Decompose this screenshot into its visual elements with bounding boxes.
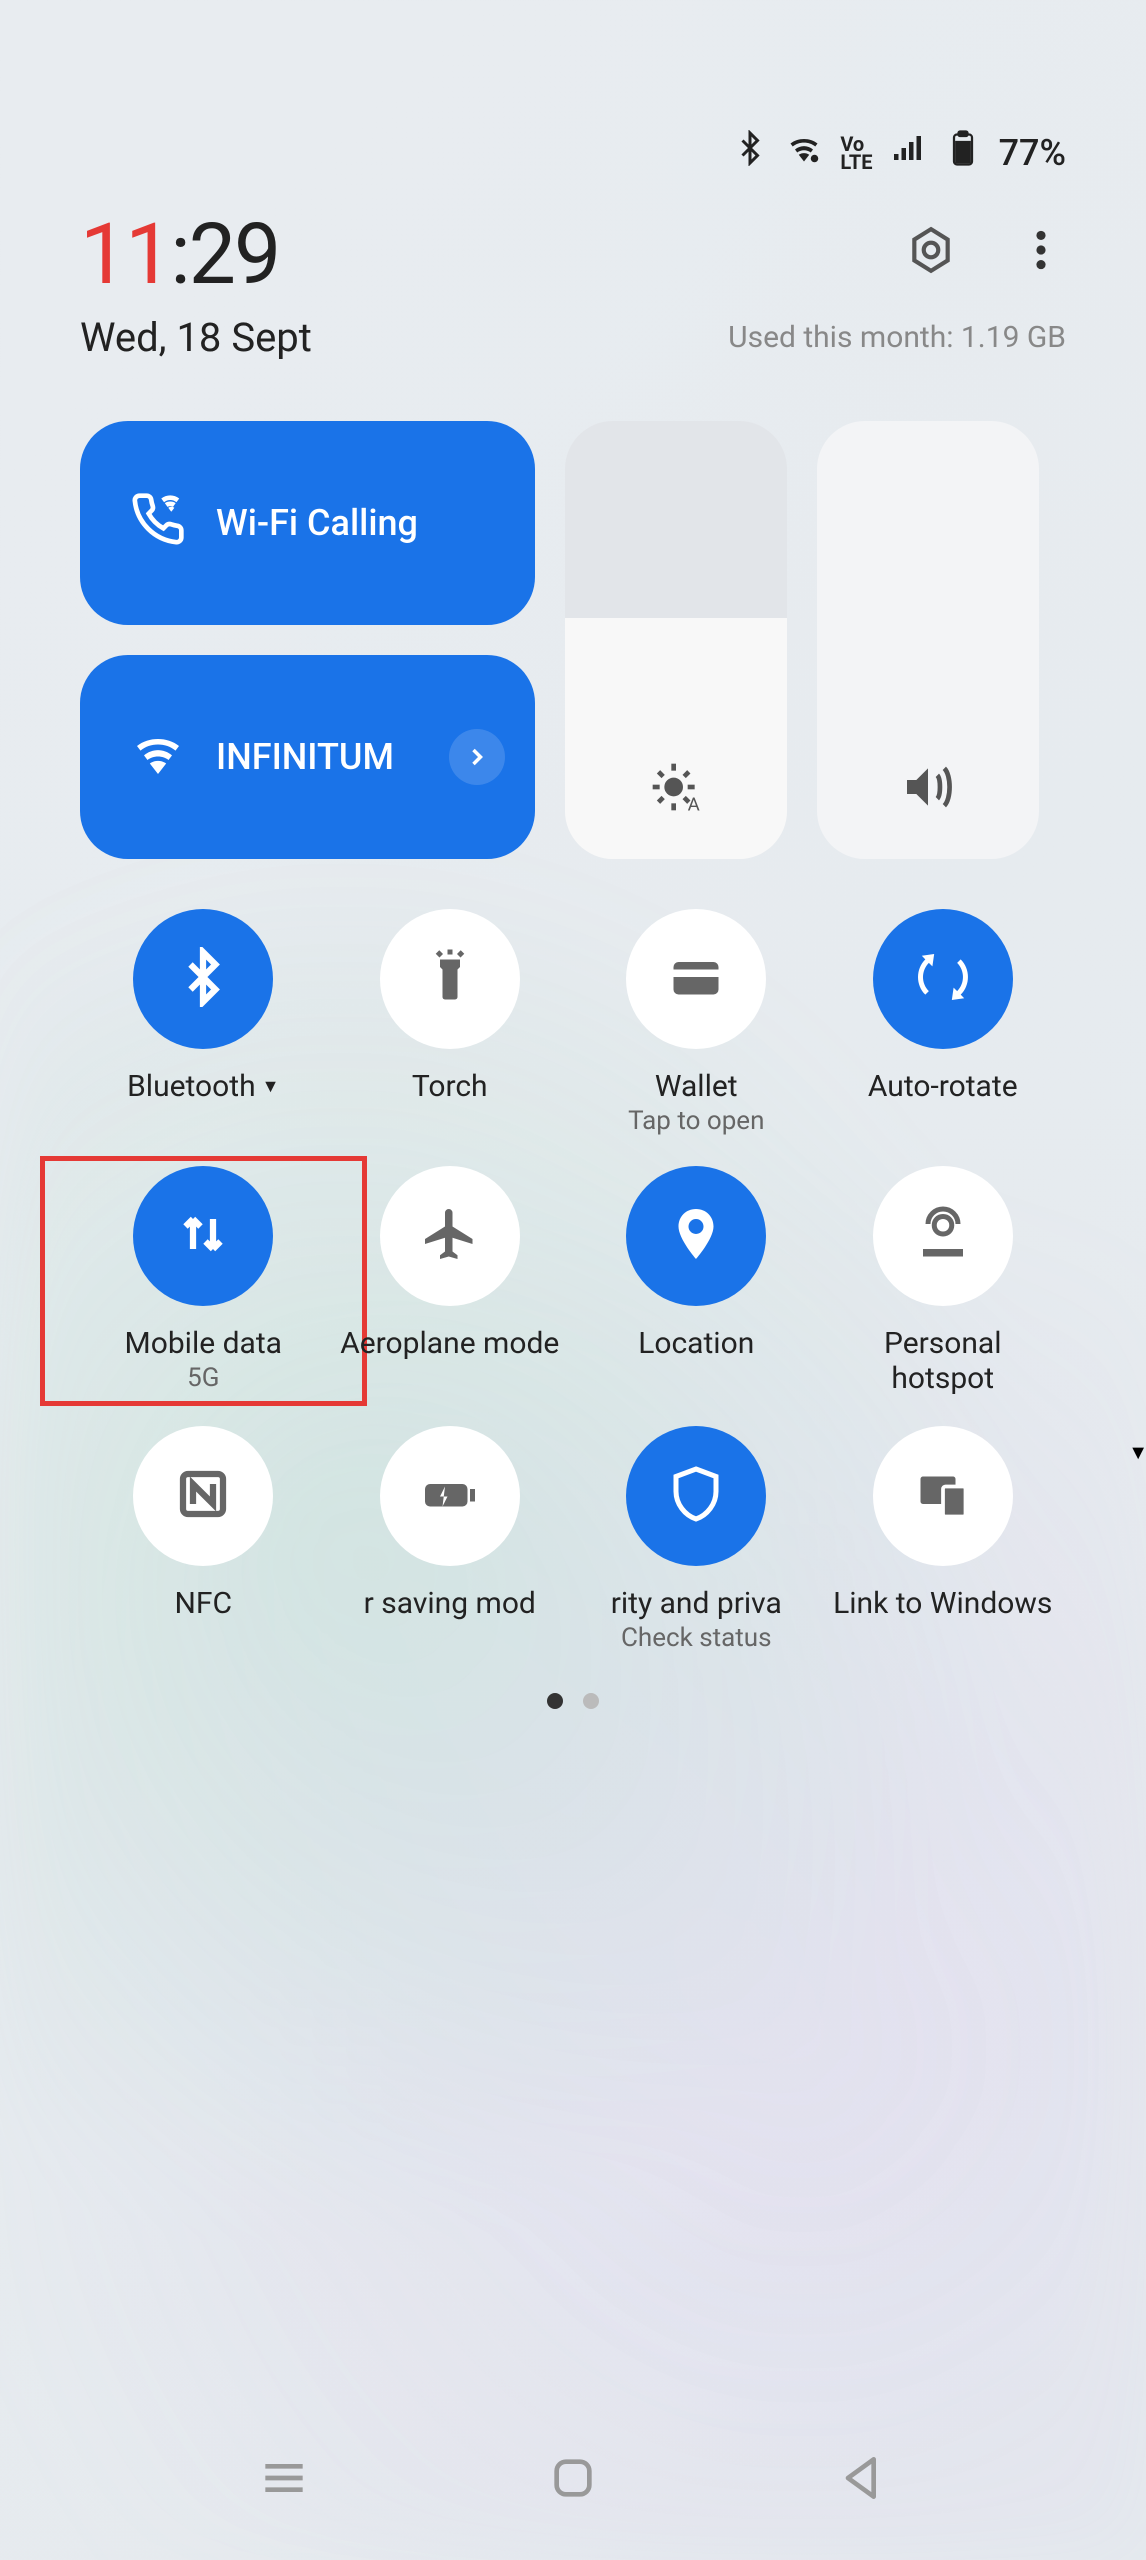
bluetooth-tile[interactable]: Bluetooth▼ <box>80 909 327 1136</box>
aeroplane-mode-tile[interactable]: Aeroplane mode <box>327 1166 574 1396</box>
torch-icon <box>420 947 480 1011</box>
wifi-status-icon <box>786 130 822 175</box>
page-indicator <box>80 1693 1066 1709</box>
home-button[interactable] <box>545 2450 601 2510</box>
hotspot-icon <box>913 1204 973 1268</box>
highlight-box <box>40 1156 367 1406</box>
security-privacy-tile[interactable]: rity and priva Check status <box>573 1426 820 1653</box>
aeroplane-icon <box>420 1204 480 1268</box>
location-icon <box>666 1204 726 1268</box>
swipe-more-caret: ▼ <box>1128 1440 1146 1465</box>
wifi-calling-tile[interactable]: Wi-Fi Calling <box>80 421 535 625</box>
nfc-icon <box>173 1464 233 1528</box>
wifi-expand-icon[interactable] <box>449 729 505 785</box>
more-menu-icon[interactable] <box>1016 225 1066 279</box>
wifi-icon <box>130 725 186 790</box>
data-usage-label: Used this month: 1.19 GB <box>728 320 1066 355</box>
volte-status-icon: VoLTE <box>840 135 872 171</box>
link-windows-icon <box>913 1464 973 1528</box>
bluetooth-status-icon <box>732 130 768 175</box>
date-label: Wed, 18 Sept <box>80 314 312 361</box>
autorotate-icon <box>913 947 973 1011</box>
brightness-slider[interactable]: A <box>565 421 787 859</box>
bluetooth-icon <box>173 947 233 1011</box>
wifi-network-tile[interactable]: INFINITUM <box>80 655 535 859</box>
recents-button[interactable] <box>256 2450 312 2510</box>
wallet-icon <box>666 947 726 1011</box>
wallet-tile[interactable]: Wallet Tap to open <box>573 909 820 1136</box>
battery-save-icon <box>420 1464 480 1528</box>
back-button[interactable] <box>834 2450 890 2510</box>
location-tile[interactable]: Location <box>573 1166 820 1396</box>
clock-time: 11:29 <box>80 205 279 304</box>
battery-status-icon <box>945 130 981 175</box>
battery-percentage: 77% <box>999 132 1066 174</box>
svg-text:A: A <box>688 793 700 815</box>
shield-icon <box>666 1464 726 1528</box>
wifi-calling-label: Wi-Fi Calling <box>216 502 418 544</box>
power-saving-tile[interactable]: r saving mod <box>327 1426 574 1653</box>
signal-status-icon <box>891 130 927 175</box>
volume-slider[interactable] <box>817 421 1039 859</box>
navigation-bar <box>0 2450 1146 2510</box>
wifi-network-label: INFINITUM <box>216 736 394 778</box>
mobile-data-tile[interactable]: Mobile data 5G <box>80 1166 327 1396</box>
settings-gear-icon[interactable] <box>906 225 956 279</box>
hotspot-tile[interactable]: Personal hotspot <box>820 1166 1067 1396</box>
status-bar: VoLTE 77% <box>80 0 1066 205</box>
autorotate-tile[interactable]: Auto-rotate <box>820 909 1067 1136</box>
wifi-calling-icon <box>130 491 186 556</box>
nfc-tile[interactable]: NFC <box>80 1426 327 1653</box>
brightness-icon: A <box>648 759 704 819</box>
torch-tile[interactable]: Torch <box>327 909 574 1136</box>
volume-icon <box>900 759 956 819</box>
link-windows-tile[interactable]: Link to Windows <box>820 1426 1067 1653</box>
